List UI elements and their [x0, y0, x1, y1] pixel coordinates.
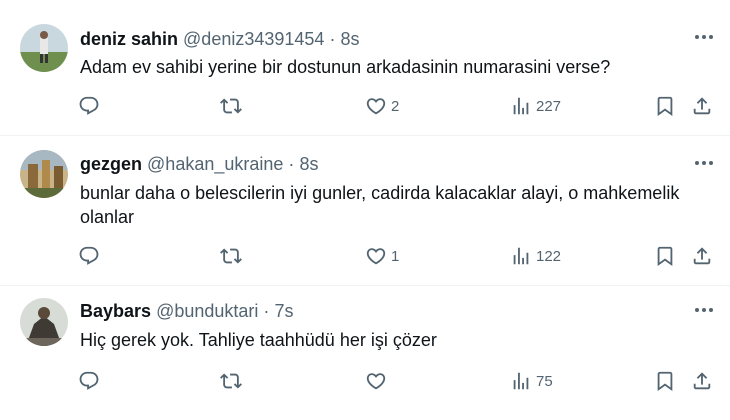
retweet-icon [220, 248, 242, 264]
avatar[interactable] [20, 150, 68, 198]
retweet-icon [220, 98, 242, 114]
more-horizontal-icon [695, 161, 713, 165]
bookmark-button[interactable] [654, 366, 676, 396]
bookmark-icon [657, 96, 673, 117]
avatar[interactable] [20, 24, 68, 72]
display-name[interactable]: Baybars [80, 301, 151, 321]
bookmark-icon [657, 371, 673, 392]
share-button[interactable] [691, 241, 713, 271]
heart-icon [366, 248, 386, 265]
tweet-header: deniz sahin @deniz34391454 · 8s [80, 28, 359, 50]
display-name[interactable]: gezgen [80, 154, 142, 174]
separator-dot: · [288, 154, 295, 174]
timestamp[interactable]: 7s [274, 301, 293, 321]
more-horizontal-icon [695, 308, 713, 312]
like-button[interactable]: 1 [365, 241, 399, 271]
view-count: 122 [536, 247, 562, 265]
bookmark-button[interactable] [654, 91, 676, 121]
user-handle[interactable]: @bunduktari [156, 301, 258, 321]
tweet[interactable]: Baybars @bunduktari · 7s Hiç gerek yok. … [0, 286, 730, 420]
retweet-button[interactable] [220, 241, 242, 271]
like-button[interactable]: 2 [365, 91, 399, 121]
tweet-actions: 2 227 [0, 91, 730, 121]
views-button[interactable]: 122 [510, 241, 561, 271]
view-count: 227 [536, 97, 562, 115]
share-icon [693, 372, 711, 390]
share-button[interactable] [691, 91, 713, 121]
share-icon [693, 97, 711, 115]
share-icon [693, 247, 711, 265]
more-horizontal-icon [695, 35, 713, 39]
views-chart-icon [513, 247, 529, 265]
views-chart-icon [513, 372, 529, 390]
tweet-text: Hiç gerek yok. Tahliye taahhüdü her işi … [80, 330, 437, 350]
views-chart-icon [513, 97, 529, 115]
tweet-actions: 1 122 [0, 241, 730, 271]
retweet-button[interactable] [220, 366, 242, 396]
user-handle[interactable]: @hakan_ukraine [147, 154, 283, 174]
reply-icon [79, 246, 99, 265]
tweet[interactable]: deniz sahin @deniz34391454 · 8s Adam ev … [0, 0, 730, 136]
like-button[interactable] [365, 366, 391, 396]
like-count: 1 [391, 247, 400, 265]
retweet-button[interactable] [220, 91, 242, 121]
tweet-actions: 75 [0, 366, 730, 396]
tweet-text: Adam ev sahibi yerine bir dostunun arkad… [80, 57, 611, 77]
user-handle[interactable]: @deniz34391454 [183, 29, 324, 49]
bookmark-icon [657, 246, 673, 267]
separator-dot: · [329, 29, 336, 49]
separator-dot: · [263, 301, 270, 321]
reply-button[interactable] [78, 91, 100, 121]
reply-button[interactable] [78, 366, 100, 396]
share-button[interactable] [691, 366, 713, 396]
tweet-header: gezgen @hakan_ukraine · 8s [80, 153, 318, 175]
reply-icon [79, 371, 99, 390]
views-button[interactable]: 75 [510, 366, 553, 396]
tweet-header: Baybars @bunduktari · 7s [80, 300, 293, 322]
timestamp[interactable]: 8s [340, 29, 359, 49]
more-options-button[interactable] [692, 299, 716, 321]
timestamp[interactable]: 8s [299, 154, 318, 174]
more-options-button[interactable] [692, 152, 716, 174]
tweet[interactable]: gezgen @hakan_ukraine · 8s bunlar daha o… [0, 136, 730, 286]
retweet-icon [220, 373, 242, 389]
reply-icon [79, 96, 99, 115]
like-count: 2 [391, 97, 400, 115]
display-name[interactable]: deniz sahin [80, 29, 178, 49]
heart-icon [366, 373, 386, 390]
avatar[interactable] [20, 298, 68, 346]
more-options-button[interactable] [692, 26, 716, 48]
heart-icon [366, 98, 386, 115]
view-count: 75 [536, 372, 553, 390]
tweet-text: bunlar daha o belescilerin iyi gunler, c… [80, 183, 680, 227]
views-button[interactable]: 227 [510, 91, 561, 121]
reply-button[interactable] [78, 241, 100, 271]
bookmark-button[interactable] [654, 241, 676, 271]
